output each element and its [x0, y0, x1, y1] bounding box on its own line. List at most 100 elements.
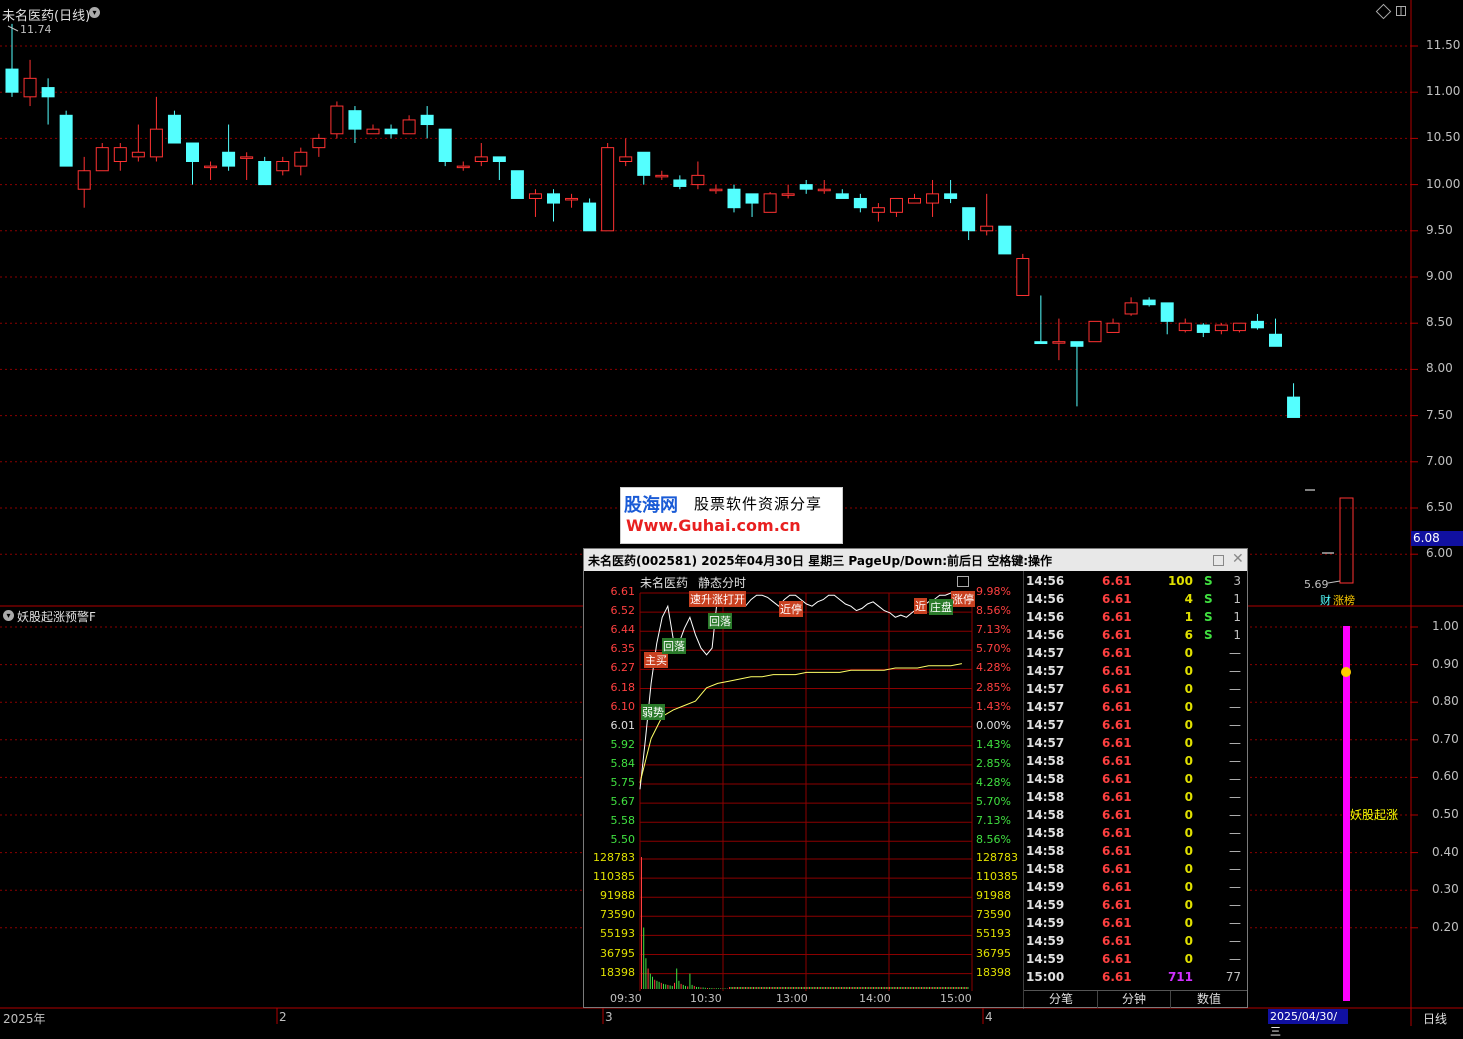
tick-price: 6.61 [1102, 664, 1132, 678]
volume-bar [889, 987, 890, 989]
table-row[interactable]: 14:58 6.61 0 — [1024, 772, 1247, 790]
price-tick: 8.00 [1426, 361, 1453, 376]
intraday-price-tick: 6.18 [610, 680, 636, 694]
indicator-chevron-icon[interactable]: ▾ [3, 610, 14, 621]
volume-bar [833, 987, 834, 989]
table-row[interactable]: 14:56 6.61 1 S 1 [1024, 610, 1247, 628]
period-button[interactable]: 日线 [1423, 1010, 1447, 1027]
volume-bar [903, 987, 905, 989]
table-row[interactable]: 15:00 6.61 711 77 [1024, 970, 1247, 988]
table-row[interactable]: 14:59 6.61 0 — [1024, 934, 1247, 952]
candle-body [204, 165, 218, 169]
table-row[interactable]: 14:58 6.61 0 — [1024, 844, 1247, 862]
price-tick: 8.50 [1426, 315, 1453, 330]
volume-bar [943, 987, 945, 989]
price-tick: 11.50 [1426, 38, 1461, 52]
volume-bar [645, 958, 647, 989]
tick-volume: 0 [1184, 754, 1193, 768]
candle-body [77, 170, 91, 190]
tick-table[interactable]: 14:56 6.61 100 S 3 14:56 6.61 4 S 1 14:56 6.61 1 S 1 14… [1024, 571, 1247, 991]
watermark-tagline: 股票软件资源分享 [694, 495, 823, 513]
intraday-popup[interactable]: 未名医药(002581) 2025年04月30日 星期三 PageUp/Down… [583, 548, 1248, 1009]
table-row[interactable]: 14:57 6.61 0 — [1024, 700, 1247, 718]
tick-time: 14:58 [1026, 862, 1065, 876]
tick-price: 6.61 [1102, 952, 1132, 966]
tick-time: 14:59 [1026, 880, 1065, 894]
candlestick-series[interactable] [5, 23, 1301, 418]
price-tick: 9.50 [1426, 222, 1453, 237]
intraday-price-tick: 5.84 [610, 756, 636, 770]
candle-body [781, 193, 795, 196]
candle-body [240, 156, 254, 159]
volume-bar [748, 987, 750, 989]
table-row[interactable]: 14:59 6.61 0 — [1024, 898, 1247, 916]
intraday-pct-tick: 5.70% [976, 642, 1011, 656]
volume-bar [957, 987, 959, 989]
restore-icon[interactable] [1213, 555, 1224, 566]
volume-bar [913, 987, 914, 989]
tick-time: 14:58 [1026, 808, 1065, 822]
close-icon[interactable]: ✕ [1232, 551, 1244, 567]
volume-bar [654, 979, 656, 989]
table-row[interactable]: 14:58 6.61 0 — [1024, 790, 1247, 808]
tick-count: — [1229, 952, 1241, 966]
volume-bar [874, 987, 876, 989]
table-row[interactable]: 14:56 6.61 4 S 1 [1024, 592, 1247, 610]
tick-count: 1 [1233, 628, 1241, 642]
table-row[interactable]: 14:57 6.61 0 — [1024, 682, 1247, 700]
candle-body [745, 193, 759, 204]
tab-values[interactable]: 数值 [1171, 991, 1247, 1008]
tick-price: 6.61 [1102, 898, 1132, 912]
tick-time: 14:59 [1026, 952, 1065, 966]
candle-body [402, 119, 416, 135]
panel-toggle-icon[interactable] [1396, 6, 1406, 16]
popup-titlebar[interactable]: 未名医药(002581) 2025年04月30日 星期三 PageUp/Down… [584, 549, 1247, 571]
intraday-pct-tick: 1.43% [976, 699, 1011, 713]
table-row[interactable]: 14:57 6.61 0 — [1024, 718, 1247, 736]
volume-bar [914, 987, 916, 989]
table-row[interactable]: 14:58 6.61 0 — [1024, 826, 1247, 844]
price-tick: 11.00 [1426, 84, 1461, 99]
tab-trades[interactable]: 分笔 [1025, 991, 1098, 1008]
tab-minutes[interactable]: 分钟 [1098, 991, 1171, 1008]
tick-price: 6.61 [1102, 916, 1132, 930]
tick-price: 6.61 [1102, 934, 1132, 948]
table-row[interactable]: 14:57 6.61 0 — [1024, 664, 1247, 682]
table-row[interactable]: 14:59 6.61 0 — [1024, 916, 1247, 934]
candle-body [619, 156, 633, 163]
table-row[interactable]: 14:57 6.61 0 — [1024, 736, 1247, 754]
table-row[interactable]: 14:57 6.61 0 — [1024, 646, 1247, 664]
popup-title: 未名医药(002581) 2025年04月30日 星期三 PageUp/Down… [588, 554, 1053, 568]
volume-bar [737, 987, 738, 989]
candle-body [944, 193, 958, 199]
table-row[interactable]: 14:58 6.61 0 — [1024, 808, 1247, 826]
table-row[interactable]: 14:58 6.61 0 — [1024, 862, 1247, 880]
volume-bar [844, 987, 846, 989]
candle-body [889, 197, 903, 213]
volume-bar [817, 987, 818, 989]
tick-price: 6.61 [1102, 790, 1132, 804]
chart-options-icon[interactable] [957, 576, 969, 587]
tick-volume: 0 [1184, 646, 1193, 660]
table-row[interactable]: 14:58 6.61 0 — [1024, 754, 1247, 772]
intraday-pct-tick: 5.70% [976, 795, 1011, 809]
indicator-bar-label: 妖股起涨 [1350, 808, 1399, 822]
volume-bar [930, 987, 932, 989]
chevron-down-icon[interactable]: ▾ [89, 7, 100, 18]
intraday-grid [639, 592, 973, 991]
intraday-chart-svg[interactable] [584, 571, 1024, 1009]
volume-bar [698, 986, 700, 989]
volume-bar [720, 988, 722, 989]
tick-price: 6.61 [1102, 772, 1132, 786]
table-row[interactable]: 14:56 6.61 100 S 3 [1024, 574, 1247, 592]
tick-count: — [1229, 790, 1241, 804]
table-row[interactable]: 14:59 6.61 0 — [1024, 952, 1247, 970]
table-row[interactable]: 14:59 6.61 0 — [1024, 880, 1247, 898]
intraday-vol-tick-right: 110385 [976, 870, 1018, 884]
volume-bar [691, 984, 693, 989]
tick-volume: 1 [1184, 610, 1193, 624]
volume-bar [905, 987, 906, 989]
tick-time: 14:58 [1026, 772, 1065, 786]
volume-bar [892, 987, 894, 989]
table-row[interactable]: 14:56 6.61 6 S 1 [1024, 628, 1247, 646]
